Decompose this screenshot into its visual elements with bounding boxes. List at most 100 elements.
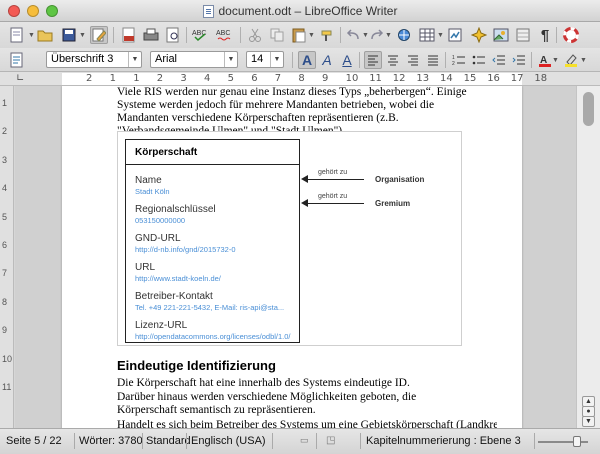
section-heading[interactable]: Eindeutige Identifizierung: [117, 358, 276, 373]
field-url: URL http://www.stadt-koeln.de/: [135, 262, 221, 283]
document-page[interactable]: Viele RIS werden nur genau eine Instanz …: [62, 86, 522, 428]
align-center-icon[interactable]: [384, 51, 402, 69]
print-icon[interactable]: [142, 26, 160, 44]
document-modified-icon[interactable]: ◳: [326, 435, 335, 446]
numbering-icon[interactable]: 12: [450, 51, 468, 69]
field-label: Betreiber-Kontakt: [135, 291, 213, 302]
font-color-dropdown-icon[interactable]: ▼: [552, 57, 559, 64]
page-style[interactable]: Standard: [146, 435, 191, 447]
next-page-icon[interactable]: ▼: [582, 416, 595, 427]
document-icon: [202, 4, 214, 18]
bullets-icon[interactable]: [470, 51, 488, 69]
vertical-scrollbar[interactable]: ▲ ● ▼: [576, 86, 600, 428]
hyperlink-icon[interactable]: [396, 26, 414, 44]
ruler-tick-label: 18: [534, 73, 548, 84]
relation-arrow: [306, 203, 364, 204]
paragraph-2[interactable]: Darüber hinaus werden verschiedene Mögli…: [117, 391, 477, 417]
paragraph-1[interactable]: Die Körperschaft hat eine innerhalb des …: [117, 377, 477, 390]
status-separator: [142, 433, 143, 449]
ruler-tab-stop-icon[interactable]: ∟: [16, 73, 24, 84]
highlighting-icon[interactable]: [562, 51, 580, 69]
underline-icon[interactable]: A: [338, 51, 356, 69]
font-size-value: 14: [251, 53, 264, 65]
table-dropdown-icon[interactable]: ▼: [437, 32, 444, 39]
align-left-icon[interactable]: [364, 51, 382, 69]
vruler-tick-label: 6: [2, 240, 8, 250]
export-pdf-icon[interactable]: [120, 26, 138, 44]
ruler-tick-label: 11: [369, 73, 382, 84]
document-canvas[interactable]: Viele RIS werden nur genau eine Instanz …: [15, 86, 576, 428]
formatting-marks-icon[interactable]: ¶: [536, 26, 554, 44]
insert-mode-icon[interactable]: ▭: [300, 435, 309, 446]
edit-mode-icon[interactable]: [90, 26, 108, 44]
help-icon[interactable]: [562, 26, 580, 44]
undo-icon[interactable]: [344, 26, 362, 44]
field-name: Name Stadt Köln: [135, 175, 170, 196]
word-count[interactable]: Wörter: 3780: [79, 435, 143, 447]
ruler-tick-label: 9: [322, 73, 329, 84]
new-document-icon[interactable]: [8, 26, 26, 44]
increase-indent-icon[interactable]: [510, 51, 528, 69]
font-name-combo[interactable]: Arial ▼: [150, 51, 238, 68]
italic-icon[interactable]: A: [318, 51, 336, 69]
bold-icon[interactable]: A: [298, 51, 316, 69]
entity-diagram-image[interactable]: Körperschaft Name Stadt Köln Regionalsch…: [117, 131, 462, 346]
highlighting-dropdown-icon[interactable]: ▼: [580, 57, 587, 64]
ruler-tick-label: 6: [251, 73, 258, 84]
copy-icon[interactable]: [268, 26, 286, 44]
vertical-ruler[interactable]: 1 2 3 4 5 6 7 8 9 10 11: [0, 86, 14, 428]
ruler-tick-label: 8: [298, 73, 305, 84]
paragraph-3[interactable]: Handelt es sich beim Betreiber des Syste…: [117, 419, 497, 428]
horizontal-ruler[interactable]: ∟ 2 1 1 2 3 4 5 6 7 8 9 10 11 12 13 14 15 16 17 18: [0, 72, 600, 86]
status-separator: [316, 433, 317, 449]
window-title: document.odt – LibreOffice Writer: [0, 0, 600, 22]
toolbar-separator: [186, 27, 187, 43]
save-icon[interactable]: [60, 26, 78, 44]
scrollbar-thumb[interactable]: [583, 92, 594, 126]
spellcheck-icon[interactable]: ABC: [192, 26, 210, 44]
ruler-tick-label: 17: [510, 73, 524, 84]
ruler-tick-label: 10: [345, 73, 359, 84]
font-size-combo[interactable]: 14 ▼: [246, 51, 284, 68]
styles-formatting-icon[interactable]: [8, 51, 26, 69]
gallery-icon[interactable]: [492, 26, 510, 44]
chevron-down-icon[interactable]: ▼: [128, 52, 141, 67]
ruler-tick-label: 4: [204, 73, 211, 84]
table-icon[interactable]: [418, 26, 436, 44]
outline-level[interactable]: Kapitelnummerierung : Ebene 3: [366, 435, 521, 447]
toolbar-separator: [531, 52, 532, 68]
cut-icon[interactable]: [246, 26, 264, 44]
zoom-slider-thumb[interactable]: [573, 436, 581, 447]
navigator-icon[interactable]: [470, 26, 488, 44]
page-count[interactable]: Seite 5 / 22: [6, 435, 62, 447]
formatting-toolbar: Überschrift 3 ▼ Arial ▼ 14 ▼ A A A 12 A …: [0, 48, 600, 72]
chevron-down-icon[interactable]: ▼: [224, 52, 237, 67]
open-folder-icon[interactable]: [36, 26, 54, 44]
decrease-indent-icon[interactable]: [490, 51, 508, 69]
field-label: Lizenz-URL: [135, 320, 188, 331]
relation-edge-label: gehört zu: [318, 193, 348, 200]
align-right-icon[interactable]: [404, 51, 422, 69]
new-dropdown-icon[interactable]: ▼: [28, 32, 35, 39]
chevron-down-icon[interactable]: ▼: [270, 52, 283, 67]
autospellcheck-icon[interactable]: ABC: [216, 26, 234, 44]
svg-text:2: 2: [452, 61, 455, 66]
paste-icon[interactable]: [290, 26, 308, 44]
ruler-tick-label: 3: [180, 73, 187, 84]
vruler-tick-label: 2: [2, 126, 8, 137]
print-preview-icon[interactable]: [164, 26, 182, 44]
vruler-tick-label: 10: [2, 353, 13, 364]
justify-icon[interactable]: [424, 51, 442, 69]
data-sources-icon[interactable]: [514, 26, 532, 44]
clone-formatting-icon[interactable]: [318, 26, 336, 44]
save-dropdown-icon[interactable]: ▼: [79, 32, 86, 39]
field-value: http://opendatacommons.org/licenses/odbl…: [135, 332, 291, 341]
paragraph-style-combo[interactable]: Überschrift 3 ▼: [46, 51, 142, 68]
show-draw-functions-icon[interactable]: [446, 26, 464, 44]
svg-text:ABC: ABC: [216, 30, 230, 37]
paste-dropdown-icon[interactable]: ▼: [308, 32, 315, 39]
redo-dropdown-icon[interactable]: ▼: [385, 32, 392, 39]
redo-icon[interactable]: [368, 26, 386, 44]
ruler-tick-label: 5: [227, 73, 234, 84]
language[interactable]: Englisch (USA): [191, 435, 266, 447]
